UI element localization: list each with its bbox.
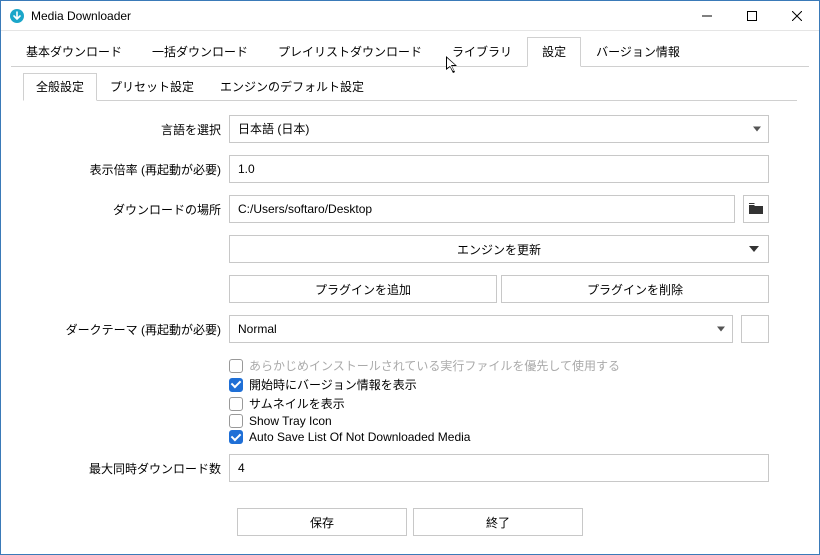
exit-button[interactable]: 終了 <box>413 508 583 536</box>
tab-settings[interactable]: 設定 <box>527 37 581 67</box>
subtab-engine-default[interactable]: エンジンのデフォルト設定 <box>207 73 377 101</box>
checkbox-icon <box>229 397 243 411</box>
minimize-button[interactable] <box>684 1 729 30</box>
settings-panel: 言語を選択 日本語 (日本) 表示倍率 (再起動が必要) <box>23 101 797 502</box>
save-button[interactable]: 保存 <box>237 508 407 536</box>
label-max-concurrent: 最大同時ダウンロード数 <box>57 460 229 477</box>
checkbox-icon <box>229 430 243 444</box>
subtab-general[interactable]: 全般設定 <box>23 73 97 101</box>
label-dark-theme: ダークテーマ (再起動が必要) <box>57 321 229 338</box>
checkbox-icon <box>229 359 243 373</box>
tab-batch-download[interactable]: 一括ダウンロード <box>137 37 263 67</box>
checkbox-prefer-preinstalled[interactable]: あらかじめインストールされている実行ファイルを優先して使用する <box>229 357 769 374</box>
footer-buttons: 保存 終了 <box>23 502 797 544</box>
checkbox-icon <box>229 378 243 392</box>
download-location-input[interactable] <box>229 195 735 223</box>
checkbox-show-thumbnails[interactable]: サムネイルを表示 <box>229 395 769 412</box>
checkbox-show-tray-icon[interactable]: Show Tray Icon <box>229 414 769 428</box>
main-tabs: 基本ダウンロード 一括ダウンロード プレイリストダウンロード ライブラリ 設定 … <box>11 37 809 67</box>
update-engine-button[interactable]: エンジンを更新 <box>229 235 769 263</box>
subtab-preset[interactable]: プリセット設定 <box>97 73 207 101</box>
maximize-button[interactable] <box>729 1 774 30</box>
scale-input[interactable] <box>229 155 769 183</box>
sub-tabs: 全般設定 プリセット設定 エンジンのデフォルト設定 <box>23 73 797 101</box>
browse-folder-button[interactable] <box>743 195 769 223</box>
app-icon <box>9 8 25 24</box>
tab-version-info[interactable]: バージョン情報 <box>581 37 695 67</box>
app-window: Media Downloader 基本ダウンロード 一括ダウンロード プレイリス… <box>0 0 820 555</box>
theme-color-swatch[interactable] <box>741 315 769 343</box>
tab-library[interactable]: ライブラリ <box>437 37 527 67</box>
label-download-location: ダウンロードの場所 <box>57 201 229 218</box>
window-title: Media Downloader <box>31 9 131 23</box>
remove-plugin-button[interactable]: プラグインを削除 <box>501 275 769 303</box>
add-plugin-button[interactable]: プラグインを追加 <box>229 275 497 303</box>
checkbox-show-version-at-start[interactable]: 開始時にバージョン情報を表示 <box>229 376 769 393</box>
tab-playlist-download[interactable]: プレイリストダウンロード <box>263 37 437 67</box>
folder-icon <box>749 203 763 215</box>
checkbox-icon <box>229 414 243 428</box>
label-scale: 表示倍率 (再起動が必要) <box>57 161 229 178</box>
titlebar: Media Downloader <box>1 1 819 31</box>
close-button[interactable] <box>774 1 819 30</box>
checkbox-autosave-not-downloaded[interactable]: Auto Save List Of Not Downloaded Media <box>229 430 769 444</box>
dark-theme-select[interactable]: Normal <box>229 315 733 343</box>
language-select[interactable]: 日本語 (日本) <box>229 115 769 143</box>
tab-basic-download[interactable]: 基本ダウンロード <box>11 37 137 67</box>
max-concurrent-input[interactable] <box>229 454 769 482</box>
label-language: 言語を選択 <box>57 121 229 138</box>
